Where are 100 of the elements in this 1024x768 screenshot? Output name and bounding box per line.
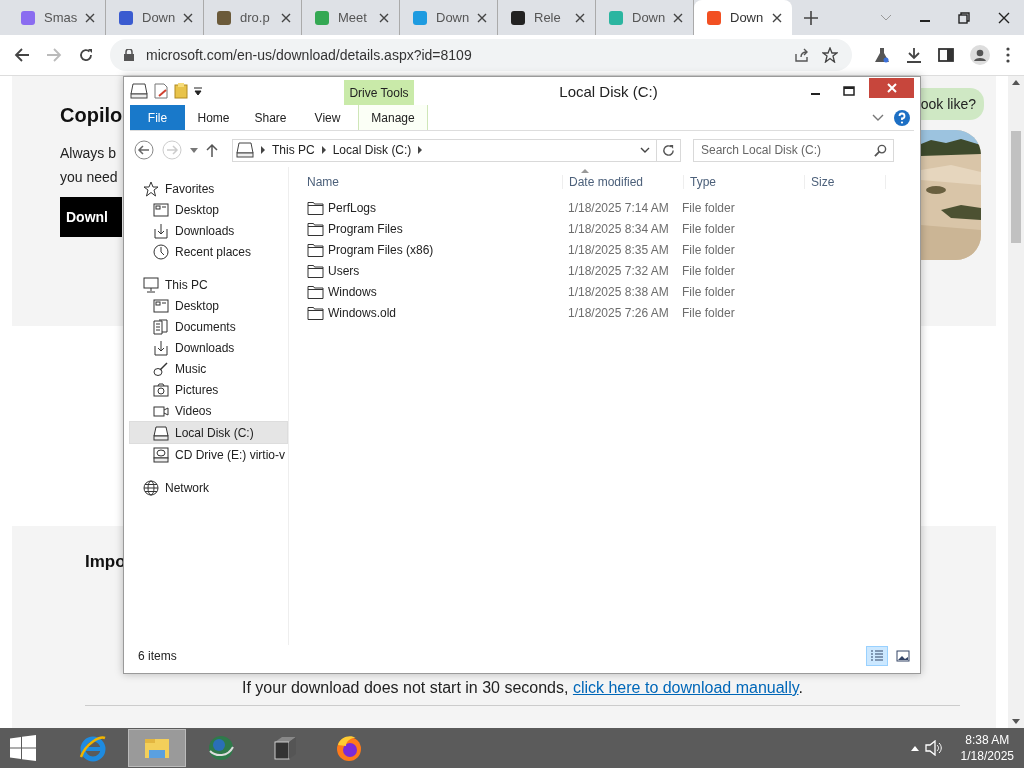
tab-title: Down	[436, 10, 469, 25]
tray-arrow-icon[interactable]	[910, 745, 919, 751]
start-icon[interactable]	[10, 735, 36, 761]
nav-item[interactable]: Desktop	[130, 295, 288, 316]
reload-icon[interactable]	[78, 47, 94, 63]
breadcrumb-item[interactable]: Local Disk (C:)	[332, 143, 412, 157]
scroll-down-icon[interactable]	[1012, 719, 1020, 724]
history-dropdown-icon[interactable]	[190, 147, 198, 153]
side-panel-icon[interactable]	[938, 47, 954, 63]
type-cell-text: File folder	[682, 263, 736, 278]
browser-tab[interactable]: Down	[400, 0, 498, 35]
speaker-icon[interactable]	[924, 740, 943, 756]
expand-ribbon-icon[interactable]	[872, 113, 884, 122]
folder-icon	[307, 263, 324, 278]
nav-item[interactable]: Pictures	[130, 379, 288, 400]
file-name[interactable]: Windows	[328, 284, 377, 299]
refresh-button[interactable]	[657, 138, 681, 162]
file-name[interactable]: Windows.old	[328, 305, 397, 320]
folder-icon	[307, 242, 324, 257]
address-bar[interactable]: microsoft.com/en-us/download/details.aspx?id=8109	[110, 39, 852, 71]
nav-item[interactable]: Favorites	[130, 178, 288, 199]
globe-icon	[206, 733, 236, 763]
drive-icon[interactable]	[130, 83, 148, 99]
download-button[interactable]: Downl	[60, 197, 122, 237]
close-icon[interactable]	[673, 12, 683, 23]
file-name[interactable]: Program Files (x86)	[328, 242, 434, 257]
nav-item[interactable]: Desktop	[130, 199, 288, 220]
profile-icon[interactable]	[970, 45, 990, 65]
download-icon[interactable]	[906, 47, 922, 63]
close-icon[interactable]	[379, 12, 389, 23]
nav-item[interactable]: Network	[130, 477, 288, 498]
browser-tab[interactable]: Down	[694, 0, 792, 35]
new-tab-icon[interactable]	[804, 10, 818, 25]
nav-item[interactable]: This PC	[130, 274, 288, 295]
chevron-icon[interactable]	[321, 146, 326, 154]
context-header: Drive Tools	[344, 80, 414, 105]
close-icon[interactable]	[998, 11, 1010, 24]
nav-item[interactable]: Music	[130, 358, 288, 379]
close-icon[interactable]	[281, 12, 291, 23]
back-icon[interactable]	[134, 140, 154, 160]
clock-date[interactable]: 1/18/2025	[960, 748, 1014, 764]
share-icon[interactable]	[794, 47, 810, 63]
file-name[interactable]: PerfLogs	[328, 200, 377, 215]
restore-icon[interactable]	[958, 11, 970, 24]
menu-icon[interactable]	[1006, 47, 1010, 63]
dropdown-icon[interactable]	[194, 87, 202, 95]
ribbon-tab[interactable]: View	[299, 105, 356, 130]
back-icon[interactable]	[14, 47, 30, 63]
column-header[interactable]: Date modified	[563, 175, 684, 189]
up-icon[interactable]	[206, 143, 218, 157]
item-count: 6 items	[138, 649, 177, 663]
column-header[interactable]: Name	[301, 175, 563, 189]
browser-tab[interactable]: Down	[106, 0, 204, 35]
chevron-down-icon[interactable]	[640, 147, 650, 153]
scroll-up-icon[interactable]	[1012, 80, 1020, 85]
scrollbar[interactable]	[1008, 76, 1024, 728]
breadcrumb-item[interactable]: This PC	[272, 143, 315, 157]
column-header[interactable]: Type	[684, 175, 805, 189]
star-icon[interactable]	[822, 47, 838, 63]
nav-item[interactable]: CD Drive (E:) virtio-v	[130, 444, 288, 465]
close-icon[interactable]	[575, 12, 585, 23]
close-icon[interactable]	[772, 12, 782, 23]
ribbon-tab[interactable]: File	[130, 105, 185, 130]
nav-item[interactable]: Local Disk (C:)	[129, 421, 288, 444]
chevron-icon[interactable]	[261, 146, 265, 154]
chevron-icon[interactable]	[418, 146, 423, 154]
close-icon[interactable]	[183, 12, 193, 23]
scroll-thumb[interactable]	[1011, 131, 1021, 243]
nav-item[interactable]: Downloads	[130, 337, 288, 358]
date-cell-text: 1/18/2025 7:14 AM	[567, 200, 670, 215]
address-field[interactable]: This PC Local Disk (C:)	[232, 138, 657, 162]
nav-item[interactable]: Downloads	[130, 220, 288, 241]
nav-label: Desktop	[175, 202, 220, 217]
close-button[interactable]	[869, 78, 914, 98]
flask-icon[interactable]	[874, 47, 890, 63]
type-cell-text: File folder	[682, 305, 736, 320]
search-field[interactable]: Search Local Disk (C:)	[693, 138, 894, 162]
nav-label: Recent places	[175, 244, 252, 259]
ribbon-tab[interactable]: Share	[242, 105, 299, 130]
maximize-icon[interactable]	[843, 86, 855, 96]
close-icon[interactable]	[477, 12, 487, 23]
file-name[interactable]: Program Files	[328, 221, 403, 236]
ribbon-tab[interactable]: Manage	[358, 105, 428, 130]
browser-tab[interactable]: Meet	[302, 0, 400, 35]
browser-tab[interactable]: Rele	[498, 0, 596, 35]
help-icon[interactable]	[894, 109, 910, 126]
browser-tab[interactable]: Smas	[8, 0, 106, 35]
nav-item[interactable]: Recent places	[130, 241, 288, 262]
column-header[interactable]: Size	[805, 175, 886, 189]
nav-item[interactable]: Documents	[130, 316, 288, 337]
properties-icon[interactable]	[154, 83, 168, 99]
download-note: If your download does not start in 30 seconds, click here to download manually.	[241, 679, 804, 697]
ribbon-tab[interactable]: Home	[185, 105, 242, 130]
nav-item[interactable]: Videos	[130, 400, 288, 421]
file-name[interactable]: Users	[328, 263, 360, 278]
browser-tab[interactable]: Down	[596, 0, 694, 35]
clock-time[interactable]: 8:38 AM	[965, 732, 1010, 748]
manual-download-link[interactable]: click here to download manually	[572, 679, 799, 696]
browser-tab[interactable]: dro.p	[204, 0, 302, 35]
close-icon[interactable]	[85, 12, 95, 23]
